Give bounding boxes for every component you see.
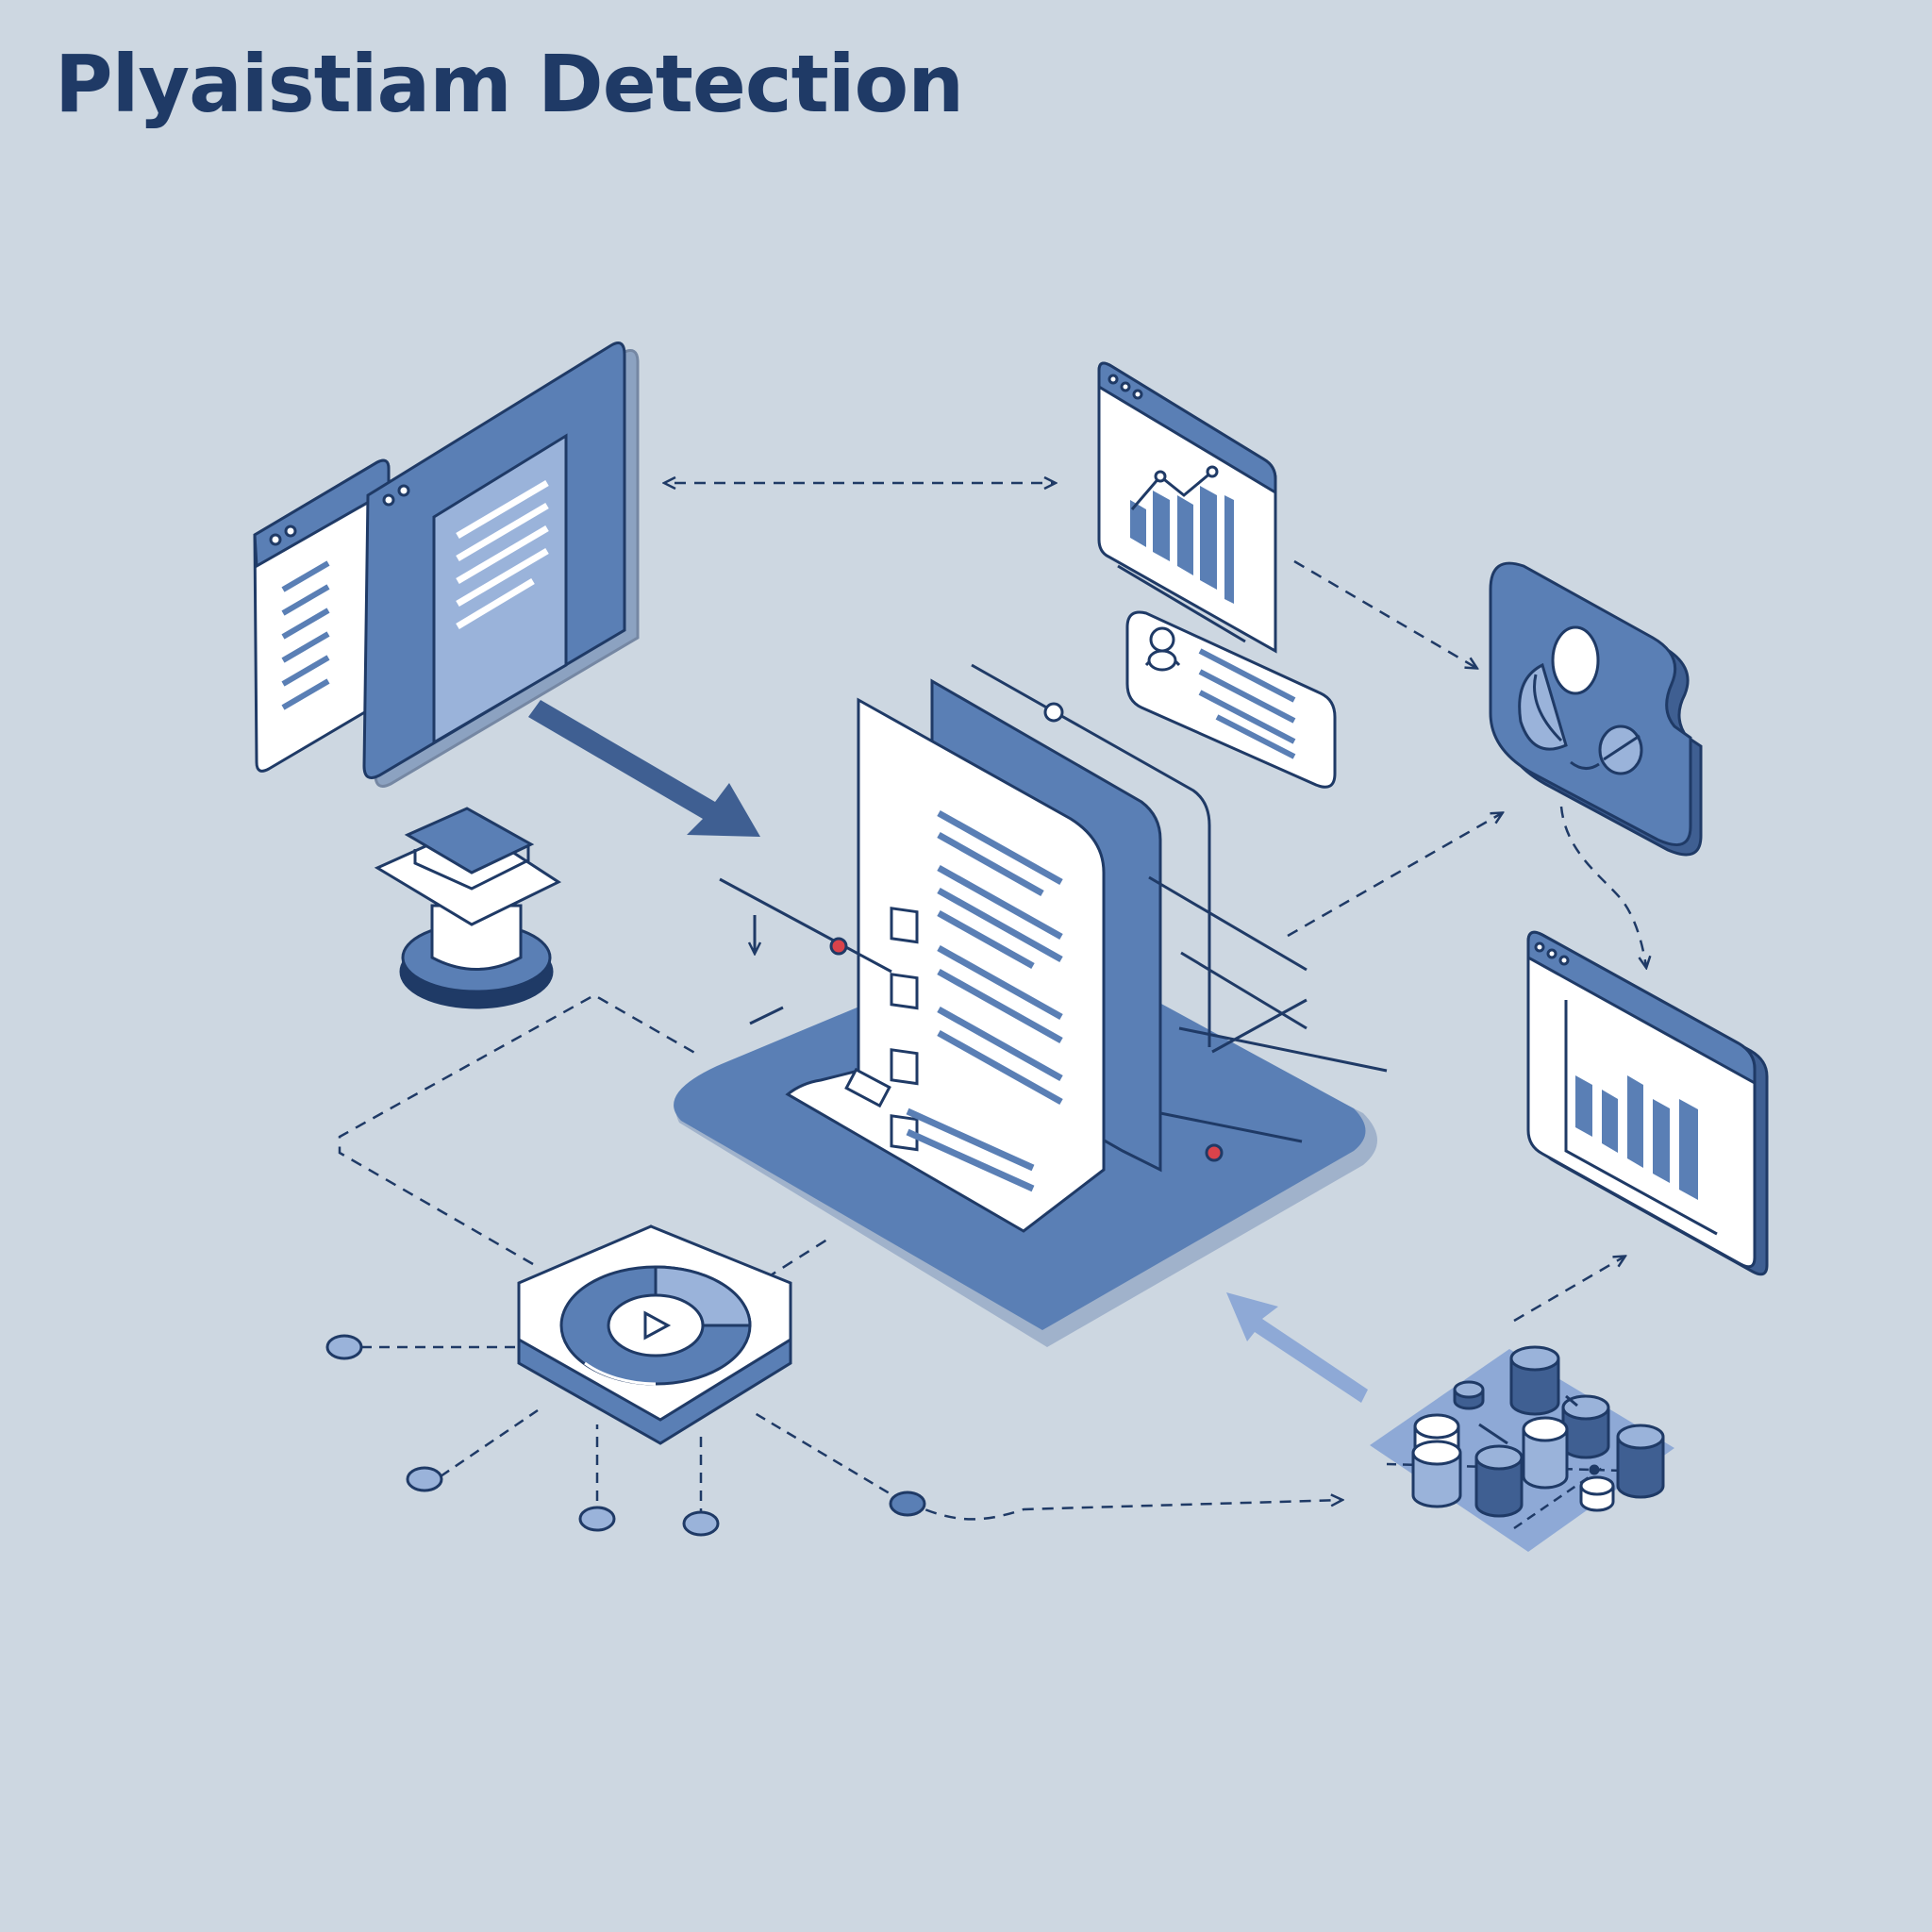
play-hub-icon <box>325 1224 926 1537</box>
connector-hub-to-center <box>765 1236 831 1280</box>
diagram-illustration <box>253 341 1769 1552</box>
connector-loop-left <box>338 993 699 1266</box>
connector-hub-to-db <box>907 1500 1341 1521</box>
database-cluster-icon <box>1370 1345 1674 1552</box>
connector-db-to-report <box>1513 1257 1624 1323</box>
user-card-icon <box>1125 610 1337 789</box>
connector-center-to-badge <box>1287 813 1502 938</box>
bar-chart-window-icon <box>1097 361 1277 654</box>
report-window-icon <box>1526 930 1769 1276</box>
connector-chart-to-badge <box>1293 559 1476 668</box>
diagram-canvas: Plyaistiam Detection <box>0 0 1932 1932</box>
pie-chart-badge-icon <box>1489 561 1703 857</box>
document-window-icon <box>253 341 640 788</box>
graduation-cap-icon <box>374 807 562 1009</box>
arrow-from-database <box>1226 1292 1368 1403</box>
arrow-into-center <box>528 700 760 837</box>
